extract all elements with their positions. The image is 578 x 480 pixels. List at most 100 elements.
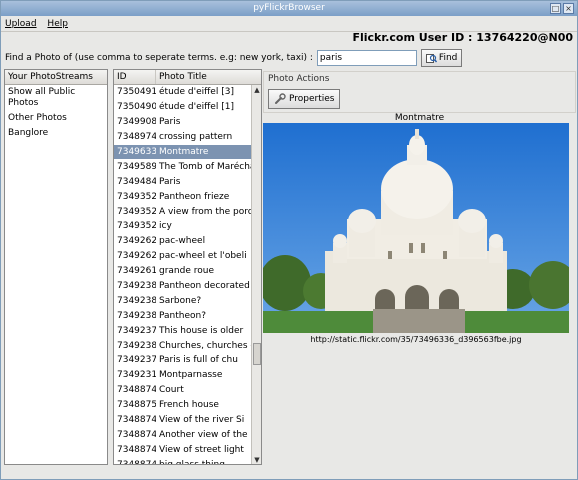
photo-id-cell: 73493528 [117, 221, 156, 232]
photo-title-cell: étude d'eiffel [1] [159, 102, 234, 113]
table-row[interactable]: 73492623pac-wheel [114, 234, 251, 249]
photo-id-cell: 73504908 [117, 102, 156, 113]
find-button[interactable]: Find [420, 49, 463, 67]
table-row[interactable]: 73488747View of street light [114, 442, 251, 457]
photo-title-cell: Another view of the [159, 429, 248, 440]
table-row[interactable]: 73499081Paris [114, 115, 251, 130]
photo-id-cell: 73492379 [117, 325, 156, 336]
window-title: pyFlickrBrowser [253, 3, 325, 13]
photo-title-cell: The Tomb of Maréchal [159, 161, 251, 172]
photo-id-cell: 73492618 [117, 266, 156, 277]
menu-help[interactable]: Help [43, 16, 72, 32]
photo-title-cell: Court [159, 385, 184, 396]
table-row[interactable]: 73504911étude d'eiffel [3] [114, 85, 251, 100]
photo-id-cell: 73493526 [117, 206, 156, 217]
table-row[interactable]: 73493525Pantheon frieze [114, 189, 251, 204]
photo-title-cell: Churches, churches e [159, 340, 251, 351]
table-row[interactable]: 73496336Montmatre [114, 144, 251, 160]
photo-title-cell: icy [159, 221, 172, 232]
table-row[interactable]: 73488751French house [114, 398, 251, 413]
user-id-label: Flickr.com User ID : 13764220@N00 [352, 31, 573, 44]
table-row[interactable]: 73488745View of the river Si [114, 413, 251, 428]
photo-title-cell: This house is older [159, 325, 244, 336]
table-row[interactable]: 73492620pac-wheel et l'obeli [114, 249, 251, 264]
photo-id-cell: 73488749 [117, 429, 156, 440]
photo-id-cell: 73488751 [117, 400, 156, 411]
table-row[interactable]: 73492383Pantheon? [114, 308, 251, 323]
photo-title-cell: pac-wheel [159, 236, 206, 247]
photo-id-cell: 73492375 [117, 355, 156, 366]
photostreams-header-label: Your PhotoStreams [8, 72, 93, 82]
photo-preview-image [263, 123, 569, 333]
photo-list-header: ID Photo Title [114, 70, 261, 85]
table-row[interactable]: 73493528icy [114, 219, 251, 234]
photo-id-cell: 73489749 [117, 132, 156, 143]
preview-url[interactable]: http://static.flickr.com/35/73496336_d39… [263, 335, 569, 344]
photo-list-panel: ID Photo Title 73504911étude d'eiffel [3… [113, 69, 262, 465]
photo-id-cell: 73488745 [117, 415, 156, 426]
table-row[interactable]: 73488746big glass thing [114, 457, 251, 465]
table-row[interactable]: 73492618grande roue [114, 264, 251, 279]
table-row[interactable]: 73492379This house is older [114, 323, 251, 338]
properties-button[interactable]: Properties [268, 89, 341, 109]
photo-title-cell: pac-wheel et l'obeli [159, 251, 247, 262]
table-row[interactable]: 73494847Paris [114, 174, 251, 189]
photo-title-cell: Sarbone? [159, 295, 202, 306]
photo-id-cell: 73495893 [117, 161, 156, 172]
photo-id-cell: 73504911 [117, 87, 156, 98]
scroll-up-icon[interactable]: ▲ [252, 85, 261, 95]
table-row[interactable]: 73495893The Tomb of Maréchal [114, 159, 251, 174]
scroll-thumb[interactable] [253, 343, 261, 365]
column-header-id[interactable]: ID [114, 70, 156, 84]
stream-item-banglore[interactable]: Banglore [5, 126, 107, 141]
table-row[interactable]: 73492381Sarbone? [114, 293, 251, 308]
photostreams-header[interactable]: Your PhotoStreams [5, 70, 107, 85]
close-icon[interactable]: × [563, 3, 574, 14]
table-row[interactable]: 73492317Montparnasse [114, 368, 251, 383]
photo-title-cell: French house [159, 400, 219, 411]
window-controls: □ × [550, 3, 574, 14]
table-row[interactable]: 73489749crossing pattern [114, 130, 251, 145]
photo-title-cell: View of the river Si [159, 415, 245, 426]
photo-title-cell: Paris [159, 117, 181, 128]
photo-title-cell: Pantheon? [159, 310, 206, 321]
photo-actions-group: Photo Actions Properties [263, 71, 576, 113]
photo-title-cell: Paris is full of chu [159, 355, 238, 366]
photo-id-cell: 73492620 [117, 251, 156, 262]
photo-id-cell: 73492623 [117, 236, 156, 247]
photo-id-cell: 73488746 [117, 459, 156, 465]
find-label: Find a Photo of (use comma to seperate t… [5, 53, 313, 63]
scroll-down-icon[interactable]: ▼ [252, 455, 261, 464]
table-row[interactable]: 73492375Paris is full of chu [114, 353, 251, 368]
photo-id-cell: 73499081 [117, 117, 156, 128]
photostreams-panel: Your PhotoStreams Show all Public Photos… [4, 69, 108, 465]
properties-button-label: Properties [289, 94, 335, 104]
menu-upload[interactable]: Upload [1, 16, 41, 32]
photo-preview [263, 123, 569, 333]
search-input[interactable] [316, 50, 417, 66]
photo-title-cell: Pantheon frieze [159, 191, 230, 202]
stream-item-other[interactable]: Other Photos [5, 111, 107, 126]
menu-bar: Upload Help [1, 16, 577, 32]
table-row[interactable]: 73492380Churches, churches e [114, 338, 251, 353]
photo-title-cell: big glass thing [159, 459, 225, 465]
table-row[interactable]: 73493526A view from the porc [114, 204, 251, 219]
column-header-title[interactable]: Photo Title [156, 70, 207, 84]
find-row: Find a Photo of (use comma to seperate t… [5, 48, 463, 68]
photo-title-cell: Paris [159, 176, 181, 187]
table-row[interactable]: 73488749Another view of the [114, 427, 251, 442]
photo-id-cell: 73492381 [117, 295, 156, 306]
maximize-icon[interactable]: □ [550, 3, 561, 14]
wrench-icon [275, 93, 286, 104]
table-row[interactable]: 73492384Pantheon decorated f [114, 279, 251, 294]
stream-item-public[interactable]: Show all Public Photos [5, 85, 107, 111]
table-row[interactable]: 73488748Court [114, 383, 251, 398]
preview-title: Montmatre [394, 113, 445, 123]
photo-title-cell: grande roue [159, 266, 214, 277]
table-row[interactable]: 73504908étude d'eiffel [1] [114, 100, 251, 115]
photo-actions-legend: Photo Actions [268, 74, 330, 84]
photo-list-scrollbar[interactable]: ▲ ▼ [251, 85, 261, 464]
photo-id-cell: 73488747 [117, 444, 156, 455]
photo-title-cell: A view from the porc [159, 206, 251, 217]
title-bar[interactable]: pyFlickrBrowser □ × [1, 1, 577, 16]
